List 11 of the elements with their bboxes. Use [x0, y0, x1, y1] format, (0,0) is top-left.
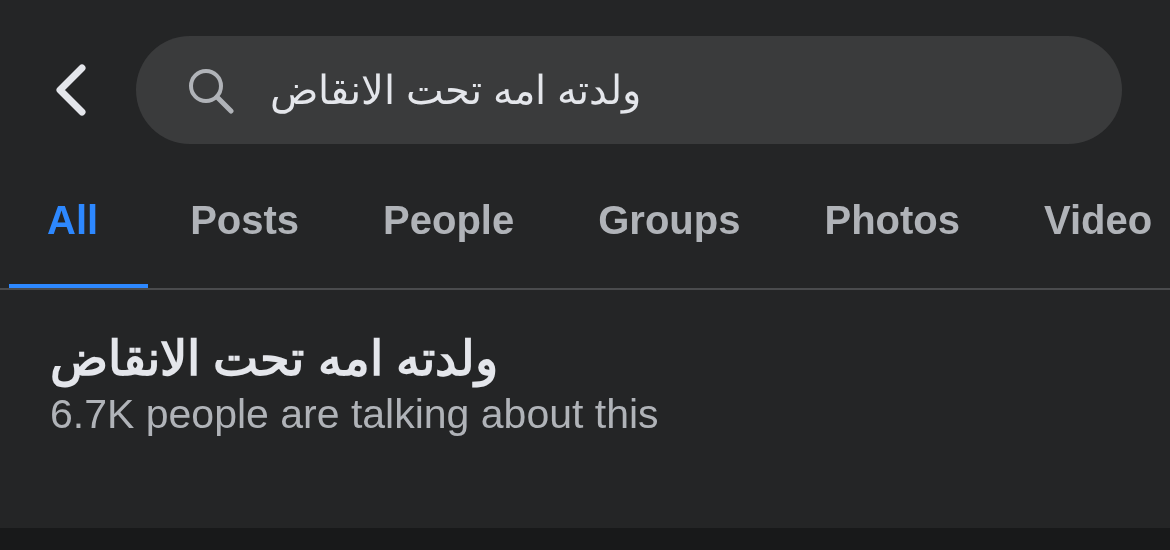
- tab[interactable]: All: [9, 156, 149, 288]
- tab[interactable]: People: [341, 156, 557, 288]
- result-title[interactable]: ولدته امه تحت الانقاض: [50, 330, 498, 388]
- tab[interactable]: Posts: [148, 156, 342, 288]
- search-icon: [186, 66, 234, 114]
- tab[interactable]: Video: [1002, 156, 1170, 288]
- search-field[interactable]: ولدته امه تحت الانقاض: [268, 59, 1082, 121]
- tab[interactable]: Groups: [556, 156, 783, 288]
- search-bar[interactable]: ولدته امه تحت الانقاض: [136, 36, 1122, 144]
- result-subtitle: 6.7K people are talking about this: [50, 389, 660, 439]
- tab[interactable]: Photos: [782, 156, 1002, 288]
